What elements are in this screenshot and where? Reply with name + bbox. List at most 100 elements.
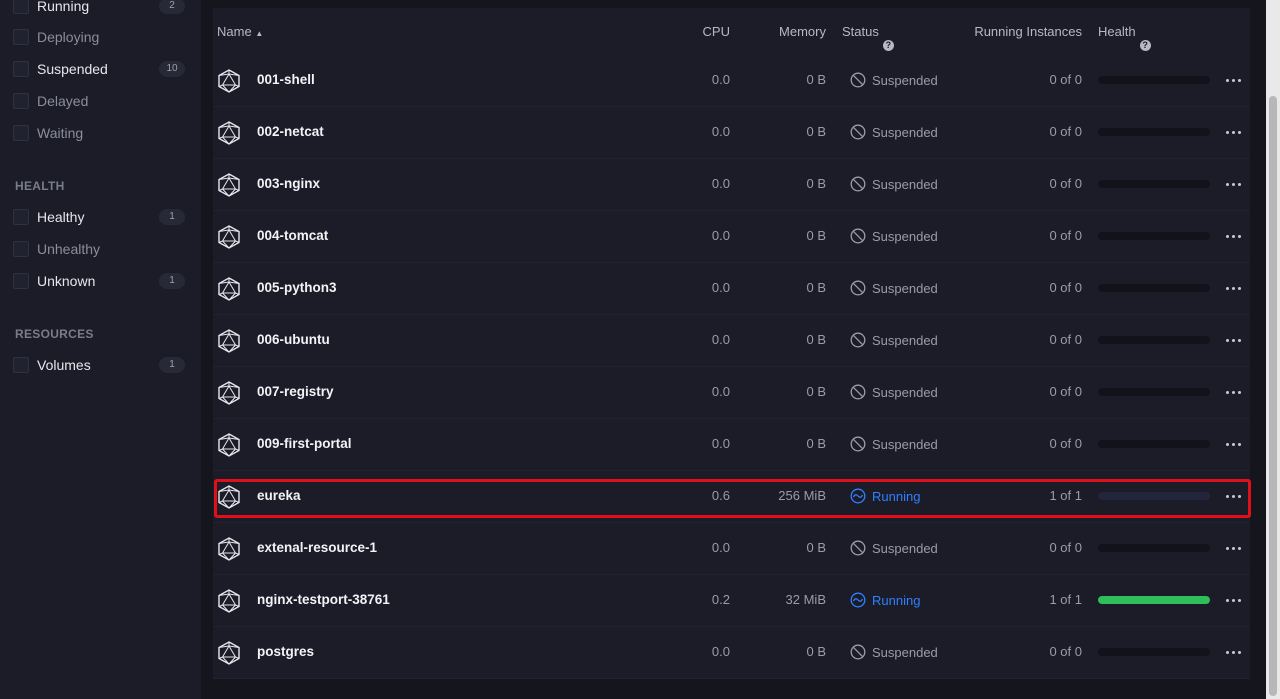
filter-suspended[interactable]: Suspended 10 [13, 58, 185, 80]
app-icon [218, 225, 240, 249]
app-name-link[interactable]: 004-tomcat [257, 228, 328, 243]
filter-deploying[interactable]: Deploying [13, 26, 185, 48]
filter-checkbox[interactable] [13, 273, 29, 289]
status-cell: Suspended [850, 436, 938, 452]
resources-heading: RESOURCES [15, 327, 94, 341]
filter-checkbox[interactable] [13, 61, 29, 77]
app-name-link[interactable]: 001-shell [257, 72, 315, 87]
column-header-cpu[interactable]: CPU [703, 24, 730, 39]
instances-value: 1 of 1 [1049, 488, 1082, 503]
filter-healthy[interactable]: Healthy 1 [13, 206, 185, 228]
app-name-link[interactable]: 005-python3 [257, 280, 337, 295]
more-options-icon[interactable] [1225, 384, 1243, 400]
filter-running[interactable]: Running 2 [13, 0, 185, 17]
table-row[interactable]: postgres 0.0 0 B Suspended 0 of 0 [213, 627, 1250, 679]
health-bar [1098, 648, 1210, 656]
app-name-link[interactable]: eureka [257, 488, 301, 503]
filter-unknown[interactable]: Unknown 1 [13, 270, 185, 292]
instances-value: 0 of 0 [1049, 176, 1082, 191]
app-icon [218, 173, 240, 197]
more-options-icon[interactable] [1225, 540, 1243, 556]
health-heading: HEALTH [15, 179, 65, 193]
app-name-link[interactable]: 006-ubuntu [257, 332, 330, 347]
filter-checkbox[interactable] [13, 93, 29, 109]
running-icon [850, 488, 866, 504]
app-icon [218, 589, 240, 613]
health-bar [1098, 596, 1210, 604]
filter-checkbox[interactable] [13, 209, 29, 225]
app-name-link[interactable]: postgres [257, 644, 314, 659]
table-row[interactable]: 009-first-portal 0.0 0 B Suspended 0 of 0 [213, 419, 1250, 471]
table-row[interactable]: eureka 0.6 256 MiB Running 1 of 1 [213, 471, 1250, 523]
status-label: Suspended [872, 436, 938, 452]
count-badge: 2 [159, 0, 185, 14]
table-row[interactable]: 001-shell 0.0 0 B Suspended 0 of 0 [213, 55, 1250, 107]
status-label: Suspended [872, 72, 938, 88]
column-header-name[interactable]: Name ▲ [217, 24, 263, 39]
filter-volumes[interactable]: Volumes 1 [13, 354, 185, 376]
health-bar [1098, 388, 1210, 396]
cpu-value: 0.0 [711, 540, 730, 555]
app-icon [218, 537, 240, 561]
more-options-icon[interactable] [1225, 644, 1243, 660]
app-name-link[interactable]: nginx-testport-38761 [257, 592, 390, 607]
status-label: Running [872, 488, 921, 504]
suspended-icon [850, 644, 866, 660]
filter-unhealthy[interactable]: Unhealthy [13, 238, 185, 260]
filter-label: Running [37, 0, 90, 14]
memory-value: 0 B [806, 72, 826, 87]
more-options-icon[interactable] [1225, 72, 1243, 88]
more-options-icon[interactable] [1225, 124, 1243, 140]
filter-checkbox[interactable] [13, 357, 29, 373]
status-label: Suspended [872, 124, 938, 140]
cpu-value: 0.0 [711, 124, 730, 139]
filter-checkbox[interactable] [13, 0, 29, 14]
cpu-value: 0.2 [711, 592, 730, 607]
app-name-link[interactable]: 003-nginx [257, 176, 320, 191]
filter-delayed[interactable]: Delayed [13, 90, 185, 112]
app-name-link[interactable]: 009-first-portal [257, 436, 352, 451]
filter-label: Volumes [37, 357, 91, 373]
filter-checkbox[interactable] [13, 125, 29, 141]
more-options-icon[interactable] [1225, 228, 1243, 244]
help-icon[interactable]: ? [1139, 40, 1151, 51]
table-row[interactable]: extenal-resource-1 0.0 0 B Suspended 0 of 0 [213, 523, 1250, 575]
table-row[interactable]: 007-registry 0.0 0 B Suspended 0 of 0 [213, 367, 1250, 419]
scrollbar-thumb[interactable] [1269, 96, 1277, 696]
suspended-icon [850, 124, 866, 140]
more-options-icon[interactable] [1225, 488, 1243, 504]
sort-ascending-icon: ▲ [255, 29, 264, 38]
status-cell: Suspended [850, 540, 938, 556]
cpu-value: 0.0 [711, 436, 730, 451]
instances-value: 0 of 0 [1049, 332, 1082, 347]
status-cell: Running [850, 488, 920, 504]
memory-value: 0 B [806, 228, 826, 243]
app-name-link[interactable]: 002-netcat [257, 124, 324, 139]
table-row[interactable]: 002-netcat 0.0 0 B Suspended 0 of 0 [213, 107, 1250, 159]
more-options-icon[interactable] [1225, 176, 1243, 192]
app-name-link[interactable]: 007-registry [257, 384, 334, 399]
more-options-icon[interactable] [1225, 332, 1243, 348]
filter-label: Unknown [37, 273, 96, 289]
table-row[interactable]: 003-nginx 0.0 0 B Suspended 0 of 0 [213, 159, 1250, 211]
health-bar [1098, 128, 1210, 136]
filter-checkbox[interactable] [13, 29, 29, 45]
more-options-icon[interactable] [1225, 280, 1243, 296]
status-label: Suspended [872, 540, 938, 556]
table-row[interactable]: 004-tomcat 0.0 0 B Suspended 0 of 0 [213, 211, 1250, 263]
app-name-link[interactable]: extenal-resource-1 [257, 540, 377, 555]
scrollbar[interactable] [1266, 0, 1280, 699]
filter-checkbox[interactable] [13, 241, 29, 257]
status-label: Suspended [872, 228, 938, 244]
column-header-instances[interactable]: Running Instances [974, 24, 1082, 39]
table-row[interactable]: nginx-testport-38761 0.2 32 MiB Running 1 of… [213, 575, 1250, 627]
table-row[interactable]: 006-ubuntu 0.0 0 B Suspended 0 of 0 [213, 315, 1250, 367]
table-row[interactable]: 005-python3 0.0 0 B Suspended 0 of 0 [213, 263, 1250, 315]
column-header-health[interactable]: Health? [1098, 24, 1151, 51]
more-options-icon[interactable] [1225, 436, 1243, 452]
filter-waiting[interactable]: Waiting [13, 122, 185, 144]
more-options-icon[interactable] [1225, 592, 1243, 608]
column-header-status[interactable]: Status? [842, 24, 894, 51]
help-icon[interactable]: ? [882, 40, 894, 51]
column-header-memory[interactable]: Memory [779, 24, 826, 39]
